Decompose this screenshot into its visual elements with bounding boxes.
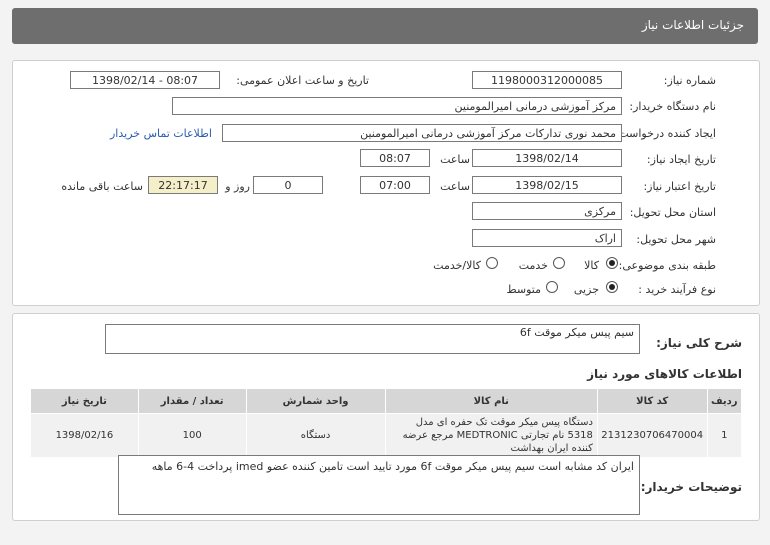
- created-time-field: 08:07: [360, 149, 430, 167]
- process-label: نوع فرآیند خرید :: [638, 283, 716, 296]
- buyer-label: نام دستگاه خریدار:: [629, 100, 716, 113]
- buyer-notes-label: توضیحات خریدار:: [640, 480, 742, 494]
- col-name: نام کالا: [384, 388, 598, 414]
- category-option-goods: کالا: [584, 259, 599, 272]
- cell-name: دستگاه پیس میکر موقت تک حفره ای مدل 5318…: [384, 413, 598, 458]
- days-field: 0: [253, 176, 323, 194]
- creator-field: محمد نوری تدارکات مرکز آموزشی درمانی امی…: [222, 124, 622, 142]
- cell-qty: 100: [137, 413, 247, 458]
- process-radio-medium[interactable]: [546, 281, 558, 293]
- days-label: روز و: [225, 180, 250, 193]
- category-option-service: خدمت: [518, 259, 548, 272]
- created-date-label: تاریخ ایجاد نیاز:: [646, 153, 716, 166]
- summary-label: شرح کلی نیاز:: [656, 336, 742, 350]
- cell-unit: دستگاه: [245, 413, 386, 458]
- remaining-label: ساعت باقی مانده: [61, 180, 143, 193]
- page-header: جزئیات اطلاعات نیاز: [12, 8, 758, 44]
- col-row: ردیف: [706, 388, 742, 414]
- city-label: شهر محل تحویل:: [636, 233, 716, 246]
- province-label: استان محل تحویل:: [629, 206, 716, 219]
- table-row: 1 2131230706470004 دستگاه پیس میکر موقت …: [30, 413, 742, 458]
- category-radio-goods-service[interactable]: [486, 257, 498, 269]
- cell-date: 1398/02/16: [30, 413, 139, 458]
- validity-label: تاریخ اعتبار نیاز:: [643, 180, 716, 193]
- need-number-label: شماره نیاز:: [663, 74, 716, 87]
- goods-table-header: ردیف کد کالا نام کالا واحد شمارش تعداد /…: [30, 388, 742, 414]
- page-title: جزئیات اطلاعات نیاز: [641, 18, 744, 32]
- creator-label: ایجاد کننده درخواست:: [614, 127, 716, 140]
- buyer-contact-link[interactable]: اطلاعات تماس خریدار: [110, 127, 212, 140]
- summary-field: سیم پیس میکر موقت 6f: [105, 324, 640, 354]
- validity-time-field: 07:00: [360, 176, 430, 194]
- validity-time-label: ساعت: [440, 180, 470, 193]
- goods-section-title: اطلاعات کالاهای مورد نیاز: [587, 367, 742, 381]
- col-code: کد کالا: [596, 388, 708, 414]
- category-radio-service[interactable]: [553, 257, 565, 269]
- category-label: طبقه بندی موضوعی:: [618, 259, 716, 272]
- process-radio-minor[interactable]: [606, 281, 618, 293]
- need-number-field: 1198000312000085: [472, 71, 622, 89]
- city-field: اراک: [472, 229, 622, 247]
- process-option-medium: متوسط: [506, 283, 541, 296]
- category-option-goods-service: کالا/خدمت: [433, 259, 481, 272]
- col-date: تاریخ نیاز: [30, 388, 139, 414]
- cell-code: 2131230706470004: [596, 413, 708, 458]
- category-radio-goods[interactable]: [606, 257, 618, 269]
- province-field: مرکزی: [472, 202, 622, 220]
- remaining-time-field: 22:17:17: [148, 176, 218, 194]
- cell-row: 1: [706, 413, 742, 458]
- announce-field: 1398/02/14 - 08:07: [70, 71, 220, 89]
- validity-date-field: 1398/02/15: [472, 176, 622, 194]
- announce-label: تاریخ و ساعت اعلان عمومی:: [236, 74, 369, 87]
- created-date-field: 1398/02/14: [472, 149, 622, 167]
- buyer-notes-field: ایران کد مشابه است سیم پیس میکر موقت 6f …: [118, 455, 640, 515]
- col-qty: تعداد / مقدار: [137, 388, 247, 414]
- col-unit: واحد شمارش: [245, 388, 386, 414]
- goods-table: ردیف کد کالا نام کالا واحد شمارش تعداد /…: [30, 388, 742, 458]
- buyer-field: مرکز آموزشی درمانی امیرالمومنین: [172, 97, 622, 115]
- created-time-label: ساعت: [440, 153, 470, 166]
- process-option-minor: جزیی: [573, 283, 599, 296]
